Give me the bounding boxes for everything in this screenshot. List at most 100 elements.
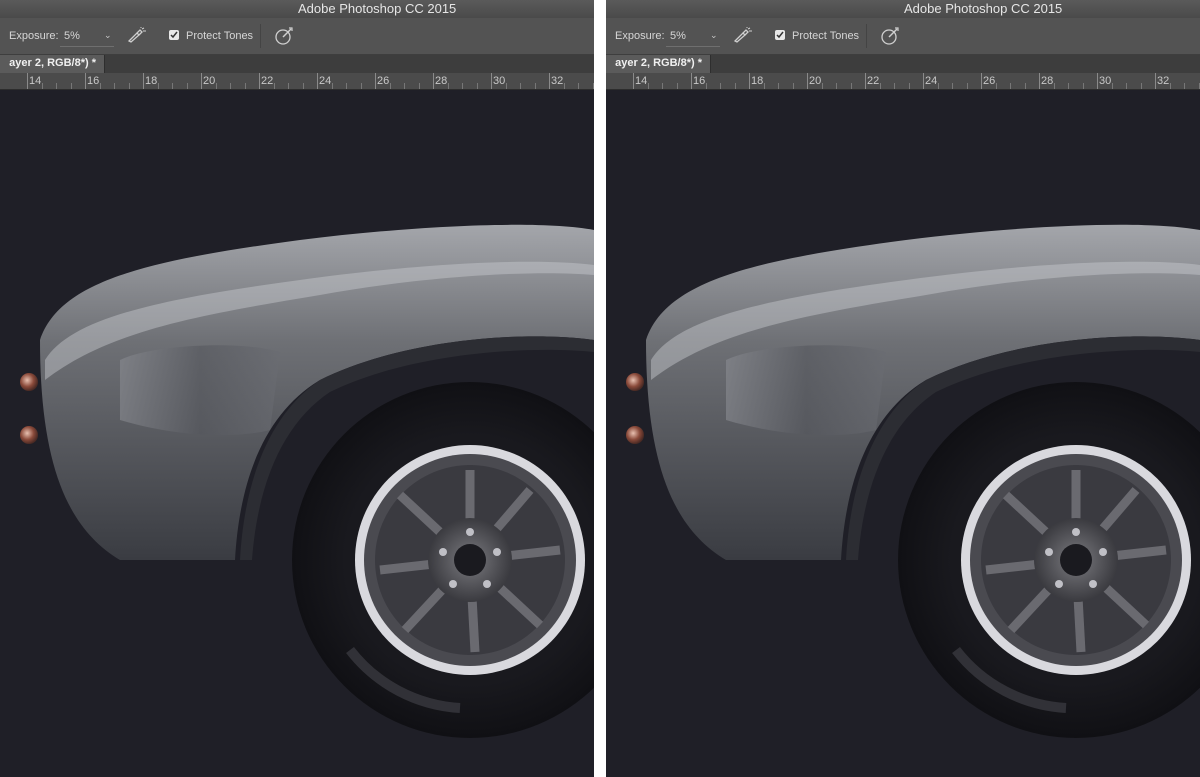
ruler-tick <box>85 73 86 89</box>
ruler-tick-label: 18 <box>145 75 158 87</box>
pressure-icon[interactable] <box>274 26 294 49</box>
ruler-tick <box>633 73 634 89</box>
ruler-minor-tick <box>215 83 217 89</box>
horizontal-ruler[interactable]: 14 16 18 20 22 24 26 28 30 32 <box>606 73 1200 90</box>
tool-options-bar: Exposure: 5% ⌄ Protect Tones <box>606 18 1200 55</box>
comparison-panel-after: Adobe Photoshop CC 2015 Exposure: 5% ⌄ P… <box>606 0 1200 777</box>
comparison-panel-before: Adobe Photoshop CC 2015 Exposure: 5% ⌄ P… <box>0 0 594 777</box>
ruler-minor-tick <box>244 83 246 89</box>
ruler-minor-tick <box>850 83 852 89</box>
ruler-minor-tick <box>462 83 463 89</box>
document-tab-label: ayer 2, RGB/8*) * <box>9 57 96 69</box>
ruler-minor-tick <box>676 83 678 89</box>
protect-tones-label[interactable]: Protect Tones <box>792 30 859 42</box>
ruler-minor-tick <box>128 83 130 89</box>
ruler-minor-tick <box>1082 83 1084 89</box>
car-photo <box>606 90 1200 777</box>
ruler-minor-tick <box>821 83 823 89</box>
exposure-label: Exposure: <box>9 30 59 42</box>
ruler-minor-tick <box>734 83 736 89</box>
ruler-tick-label: 22 <box>867 75 880 87</box>
ruler-minor-tick <box>302 83 304 89</box>
protect-tones-label[interactable]: Protect Tones <box>186 30 253 42</box>
ruler-tick <box>491 73 492 89</box>
tool-options-bar: Exposure: 5% ⌄ Protect Tones <box>0 18 594 55</box>
ruler-tick-label: 32 <box>551 75 564 87</box>
ruler-minor-tick <box>763 83 765 89</box>
window-title: Adobe Photoshop CC 2015 <box>904 1 1063 16</box>
pressure-icon[interactable] <box>880 26 900 49</box>
ruler-tick-label: 18 <box>751 75 764 87</box>
ruler-tick <box>691 73 692 89</box>
ruler-minor-tick <box>1184 83 1185 89</box>
ruler-minor-tick <box>592 83 594 89</box>
exposure-label: Exposure: <box>615 30 665 42</box>
ruler-minor-tick <box>792 83 794 89</box>
ruler-minor-tick <box>720 83 721 89</box>
document-tab[interactable]: ayer 2, RGB/8*) * <box>606 55 711 73</box>
ruler-minor-tick <box>99 83 101 89</box>
car-photo <box>0 90 594 777</box>
ruler-minor-tick <box>879 83 881 89</box>
document-tab-bar: ayer 2, RGB/8*) * <box>606 55 1200 73</box>
ruler-minor-tick <box>157 83 159 89</box>
ruler-minor-tick <box>331 83 333 89</box>
exposure-select[interactable]: 5% ⌄ <box>666 26 720 47</box>
ruler-minor-tick <box>1198 83 1200 89</box>
ruler-tick <box>923 73 924 89</box>
ruler-tick <box>1039 73 1040 89</box>
ruler-minor-tick <box>894 83 895 89</box>
ruler-minor-tick <box>273 83 275 89</box>
ruler-minor-tick <box>1126 83 1127 89</box>
options-divider <box>260 24 261 48</box>
ruler-minor-tick <box>404 83 405 89</box>
ruler-minor-tick <box>447 83 449 89</box>
document-tab[interactable]: ayer 2, RGB/8*) * <box>0 55 105 73</box>
protect-tones-checkbox[interactable] <box>775 30 785 40</box>
chevron-down-icon: ⌄ <box>710 30 718 40</box>
airbrush-icon[interactable] <box>127 27 147 46</box>
ruler-minor-tick <box>578 83 579 89</box>
window-title: Adobe Photoshop CC 2015 <box>298 1 457 16</box>
ruler-minor-tick <box>230 83 231 89</box>
ruler-tick <box>143 73 144 89</box>
ruler-minor-tick <box>70 83 72 89</box>
ruler-tick <box>749 73 750 89</box>
ruler-minor-tick <box>937 83 939 89</box>
ruler-tick <box>807 73 808 89</box>
ruler-tick <box>1155 73 1156 89</box>
image-canvas[interactable] <box>0 90 594 777</box>
ruler-minor-tick <box>1010 83 1011 89</box>
ruler-minor-tick <box>563 83 565 89</box>
ruler-minor-tick <box>346 83 347 89</box>
ruler-minor-tick <box>662 83 663 89</box>
protect-tones-checkbox[interactable] <box>169 30 179 40</box>
exposure-value: 5% <box>64 30 80 42</box>
horizontal-ruler[interactable]: 14 16 18 20 22 24 26 28 30 32 <box>0 73 594 90</box>
options-divider <box>866 24 867 48</box>
ruler-tick-label: 30 <box>493 75 506 87</box>
airbrush-icon[interactable] <box>733 27 753 46</box>
ruler-tick-label: 28 <box>1041 75 1054 87</box>
ruler-minor-tick <box>995 83 997 89</box>
ruler-minor-tick <box>647 83 649 89</box>
ruler-tick-label: 28 <box>435 75 448 87</box>
ruler-minor-tick <box>1169 83 1171 89</box>
ruler-tick-label: 20 <box>203 75 216 87</box>
ruler-minor-tick <box>534 83 536 89</box>
ruler-minor-tick <box>41 83 43 89</box>
ruler-minor-tick <box>172 83 173 89</box>
window-titlebar: Adobe Photoshop CC 2015 <box>606 0 1200 18</box>
ruler-minor-tick <box>56 83 57 89</box>
ruler-tick-label: 22 <box>261 75 274 87</box>
ruler-tick-label: 30 <box>1099 75 1112 87</box>
ruler-minor-tick <box>186 83 188 89</box>
ruler-minor-tick <box>966 83 968 89</box>
ruler-tick-label: 26 <box>983 75 996 87</box>
ruler-tick-label: 14 <box>29 75 42 87</box>
ruler-minor-tick <box>1053 83 1055 89</box>
exposure-select[interactable]: 5% ⌄ <box>60 26 114 47</box>
image-canvas[interactable] <box>606 90 1200 777</box>
ruler-minor-tick <box>1140 83 1142 89</box>
ruler-minor-tick <box>908 83 910 89</box>
